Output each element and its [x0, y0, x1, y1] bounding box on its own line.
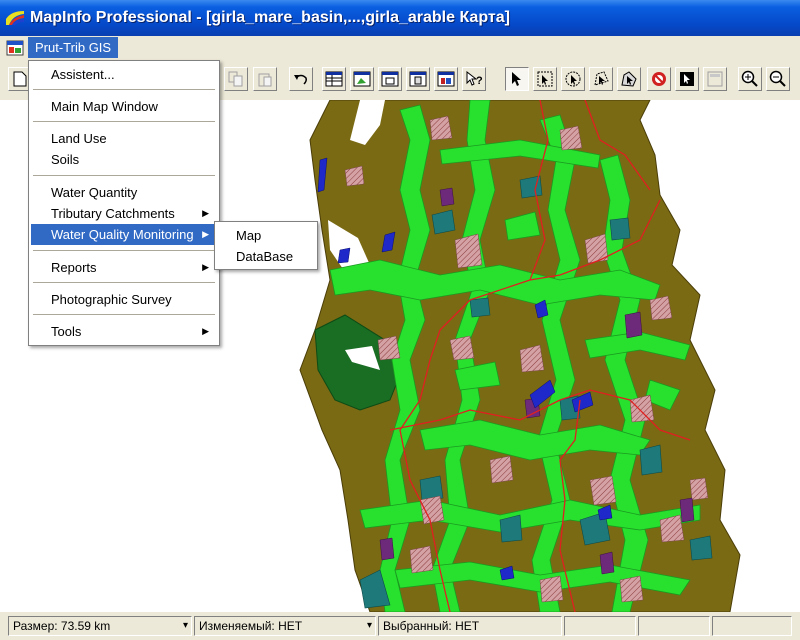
redistrict-icon[interactable]	[434, 67, 458, 91]
graph-icon[interactable]	[378, 67, 402, 91]
status-pane-5	[638, 616, 710, 636]
boundary-select-icon[interactable]	[617, 67, 641, 91]
menu-item-water-quality-monitoring[interactable]: Water Quality Monitoring ▶	[31, 224, 217, 245]
status-size[interactable]: Размер: 73.59 km ▾	[8, 616, 192, 636]
menu-item-tools[interactable]: Tools ▶	[31, 321, 217, 342]
water-quality-submenu: Map DataBase	[214, 221, 318, 270]
submenu-arrow-icon: ▶	[202, 262, 209, 272]
menu-item-main-map-window[interactable]: Main Map Window	[31, 96, 217, 117]
menu-separator	[33, 89, 215, 90]
menu-item-tributary-catchments[interactable]: Tributary Catchments ▶	[31, 203, 217, 224]
zoom-out-icon[interactable]	[766, 67, 790, 91]
radius-select-icon[interactable]	[561, 67, 585, 91]
menu-item-photographic-survey[interactable]: Photographic Survey	[31, 289, 217, 310]
status-pane-4	[564, 616, 636, 636]
status-selected: Выбранный: НЕТ	[378, 616, 562, 636]
status-size-text: Размер: 73.59 km	[13, 619, 111, 633]
menu-separator	[33, 282, 215, 283]
menu-item-reports[interactable]: Reports ▶	[31, 257, 217, 278]
menu-separator	[33, 314, 215, 315]
help-icon[interactable]: ?	[462, 67, 486, 91]
menu-separator	[33, 175, 215, 176]
submenu-arrow-icon: ▶	[202, 229, 209, 239]
svg-text:?: ?	[476, 75, 483, 87]
polygon-select-icon[interactable]	[589, 67, 613, 91]
status-pane-6	[712, 616, 792, 636]
zoom-in-icon[interactable]	[738, 67, 762, 91]
undo-icon[interactable]	[289, 67, 313, 91]
menu-prut-trib-gis[interactable]: Prut-Trib GIS	[28, 37, 119, 58]
status-editable-dropdown-icon[interactable]: ▾	[367, 617, 372, 635]
menu-item-assistent[interactable]: Assistent...	[31, 64, 217, 85]
status-selected-text: Выбранный: НЕТ	[383, 619, 480, 633]
unselect-icon[interactable]	[647, 67, 671, 91]
map-icon[interactable]	[350, 67, 374, 91]
graph-select-icon[interactable]	[703, 67, 727, 91]
copy-icon[interactable]	[224, 67, 248, 91]
marquee-select-icon[interactable]	[533, 67, 557, 91]
submenu-item-database[interactable]: DataBase	[217, 246, 315, 267]
submenu-arrow-icon: ▶	[202, 208, 209, 218]
menu-separator	[33, 121, 215, 122]
menu-item-water-quantity[interactable]: Water Quantity	[31, 182, 217, 203]
window-title: MapInfo Professional - [girla_mare_basin…	[30, 9, 510, 26]
browser-icon[interactable]	[322, 67, 346, 91]
menu-item-soils[interactable]: Soils	[31, 149, 217, 170]
mdi-document-icon[interactable]	[6, 40, 24, 56]
menu-separator	[33, 250, 215, 251]
menu-item-land-use[interactable]: Land Use	[31, 128, 217, 149]
status-editable[interactable]: Изменяемый: НЕТ ▾	[194, 616, 376, 636]
menu-bar: Prut-Trib GIS	[0, 36, 800, 60]
status-editable-text: Изменяемый: НЕТ	[199, 619, 303, 633]
layout-icon[interactable]	[406, 67, 430, 91]
submenu-item-map[interactable]: Map	[217, 225, 315, 246]
status-bar: Размер: 73.59 km ▾ Изменяемый: НЕТ ▾ Выб…	[0, 612, 800, 640]
select-icon[interactable]	[505, 67, 529, 91]
prut-trib-gis-menu: Assistent... Main Map Window Land Use So…	[28, 60, 220, 346]
status-size-dropdown-icon[interactable]: ▾	[183, 617, 188, 635]
paste-icon[interactable]	[253, 67, 277, 91]
mapinfo-app-icon[interactable]	[5, 9, 25, 27]
invert-select-icon[interactable]	[675, 67, 699, 91]
title-bar: MapInfo Professional - [girla_mare_basin…	[0, 0, 800, 36]
submenu-arrow-icon: ▶	[202, 326, 209, 336]
